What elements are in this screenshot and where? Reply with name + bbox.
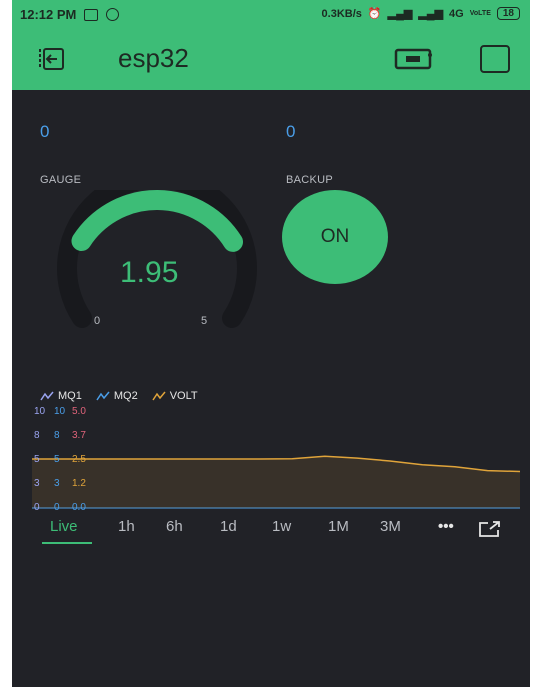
axis-tick-label: 0.0	[72, 502, 86, 513]
more-options-button[interactable]: •••	[438, 518, 454, 535]
status-time: 12:12 PM	[20, 7, 77, 22]
signal-icon-2: ▂▄▆	[418, 8, 444, 20]
active-range-underline	[42, 542, 92, 544]
axis-tick-label: 0	[34, 502, 40, 513]
whatsapp-icon	[106, 8, 120, 21]
axis-tick-label: 1.2	[72, 478, 86, 489]
axis-tick-label: 8	[34, 430, 40, 441]
axis-tick-label: 8	[54, 430, 60, 441]
range-1w[interactable]: 1w	[272, 518, 291, 535]
axis-tick-label: 3	[34, 478, 40, 489]
backup-label: BACKUP	[286, 174, 334, 186]
axis-tick-label: 3.7	[72, 430, 86, 441]
square-icon[interactable]	[480, 45, 510, 73]
app-bar: esp32	[12, 28, 530, 90]
time-range-tabs: Live 1h 6h 1d 1w 1M 3M •••	[12, 518, 530, 548]
value-display-left: 0	[40, 122, 50, 141]
network-type: 4G	[449, 7, 464, 20]
chart-plot	[32, 455, 521, 509]
backup-button[interactable]: ON	[282, 190, 388, 284]
gauge-min: 0	[94, 315, 101, 327]
axis-tick-label: 3	[54, 478, 60, 489]
fullscreen-icon[interactable]	[478, 520, 502, 538]
gauge-label: GAUGE	[40, 174, 82, 186]
message-icon	[84, 8, 99, 21]
network-speed: 0.3KB/s	[321, 7, 362, 20]
volt-area	[32, 456, 520, 508]
axis-tick-label: 5	[54, 454, 60, 465]
range-1d[interactable]: 1d	[220, 518, 237, 535]
gauge-value: 1.95	[120, 256, 179, 289]
axis-tick-label: 0	[54, 502, 60, 513]
alarm-icon: ⏰	[367, 8, 382, 20]
project-title: esp32	[118, 43, 189, 73]
range-1h[interactable]: 1h	[118, 518, 135, 535]
app-screen: 12:12 PM 0.3KB/s ⏰ ▂▄▆ ▂▄▆ 4G VoLTE 18 e…	[12, 0, 530, 687]
axis-tick-label: 5	[34, 454, 40, 465]
superchart[interactable]: 0 3 5 8 10 0 3 5 8 10 0.0 1.2 2.5 3.7 5.0	[12, 400, 530, 520]
axis-tick-label: 5.0	[72, 406, 86, 417]
range-3m[interactable]: 3M	[380, 518, 401, 535]
range-6h[interactable]: 6h	[166, 518, 183, 535]
device-icon[interactable]	[394, 48, 434, 70]
status-bar: 12:12 PM 0.3KB/s ⏰ ▂▄▆ ▂▄▆ 4G VoLTE 18	[12, 0, 530, 28]
battery-icon: 18	[496, 7, 520, 20]
exit-icon[interactable]	[38, 46, 66, 72]
volte-badge: VoLTE	[469, 10, 491, 17]
range-1m[interactable]: 1M	[328, 518, 349, 535]
signal-icon-1: ▂▄▆	[387, 8, 413, 20]
gauge-max: 5	[201, 315, 208, 327]
value-display-right: 0	[286, 122, 296, 141]
axis-tick-label: 10	[54, 406, 66, 417]
range-live[interactable]: Live	[50, 518, 78, 535]
gauge-fill	[71, 190, 243, 252]
axis-tick-label: 2.5	[72, 454, 86, 465]
axis-tick-label: 10	[34, 406, 46, 417]
